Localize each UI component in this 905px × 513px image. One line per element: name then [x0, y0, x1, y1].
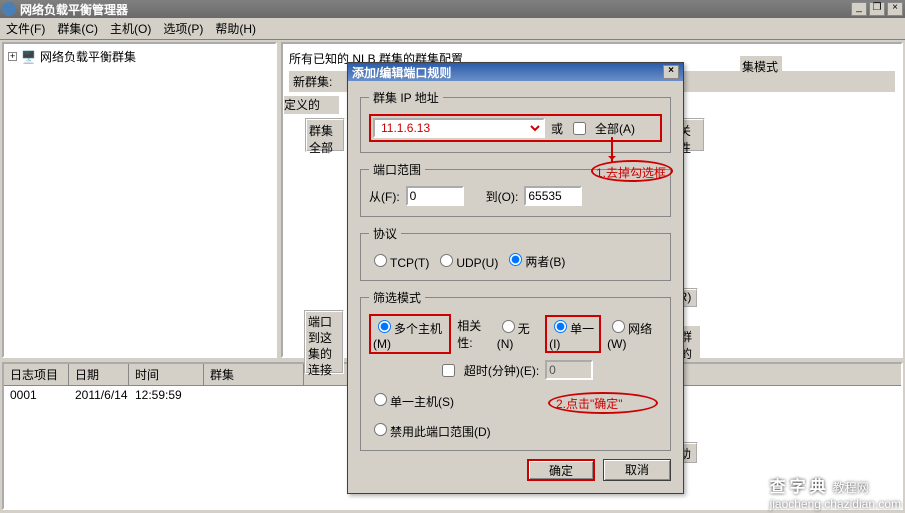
window-title: 网络负载平衡管理器	[20, 1, 851, 18]
menu-options[interactable]: 选项(P)	[163, 20, 203, 37]
tree-root-label: 网络负载平衡群集	[40, 48, 136, 65]
bg-sel2: 集的	[308, 346, 340, 362]
udp-radio[interactable]	[440, 254, 453, 267]
bg-cluster-box: 群集 全部	[305, 118, 345, 152]
all-checkbox[interactable]	[573, 122, 586, 135]
timeout-checkbox[interactable]	[442, 364, 455, 377]
bg-all-label: 全部	[309, 139, 341, 156]
tree-root-row[interactable]: + 🖥️ 网络负载平衡群集	[8, 48, 271, 65]
aff-single-label[interactable]: 单一(I)	[545, 315, 601, 353]
cluster-ip-legend: 群集 IP 地址	[369, 89, 443, 106]
restore-button[interactable]: ❐	[869, 2, 885, 16]
filter-mode-legend: 筛选模式	[369, 289, 425, 306]
cluster-icon: 🖥️	[21, 50, 36, 64]
aff-net-radio[interactable]	[612, 320, 625, 333]
single-host-radio[interactable]	[374, 393, 387, 406]
menubar: 文件(F) 群集(C) 主机(O) 选项(P) 帮助(H)	[0, 18, 905, 40]
aff-single-radio[interactable]	[554, 320, 567, 333]
watermark-url: jiaocheng.chazidian.com	[770, 497, 901, 511]
port-range-group: 端口范围 从(F): 到(O):	[360, 161, 671, 217]
tcp-radio[interactable]	[374, 254, 387, 267]
multi-host-radio-label[interactable]: 多个主机(M)	[369, 314, 451, 354]
single-host-label[interactable]: 单一主机(S)	[369, 390, 454, 410]
log-col-date[interactable]: 日期	[69, 364, 129, 385]
timeout-label: 超时(分钟)(E):	[464, 362, 539, 379]
filter-mode-group: 筛选模式 多个主机(M) 相关性: 无(N) 单一(I) 网络(W) 超时(分钟…	[360, 289, 671, 451]
log-cluster	[204, 386, 304, 404]
cluster-ip-select[interactable]: 11.1.6.13	[373, 118, 545, 138]
timeout-input	[545, 360, 593, 380]
ok-button[interactable]: 确定	[527, 459, 595, 481]
protocol-group: 协议 TCP(T) UDP(U) 两者(B)	[360, 225, 671, 281]
watermark-sub: 教程网	[833, 481, 869, 495]
affinity-label: 相关性:	[457, 317, 491, 351]
dialog-close-button[interactable]: ×	[663, 65, 679, 79]
bg-port-label: 端口	[308, 314, 340, 330]
cluster-ip-group: 群集 IP 地址 11.1.6.13 或 全部(A)	[360, 89, 671, 153]
bg-mode-col: 集模式	[740, 56, 782, 74]
watermark-site: 查字典	[770, 479, 830, 496]
protocol-legend: 协议	[369, 225, 401, 242]
bg-label-define: 定义的	[284, 96, 339, 114]
app-icon	[2, 2, 16, 16]
from-input[interactable]	[406, 186, 464, 206]
port-range-legend: 端口范围	[369, 161, 425, 178]
from-label: 从(F):	[369, 188, 400, 205]
log-date: 2011/6/14	[69, 386, 129, 404]
log-col-cluster[interactable]: 群集	[204, 364, 304, 385]
aff-none-radio[interactable]	[502, 320, 515, 333]
menu-host[interactable]: 主机(O)	[110, 20, 151, 37]
all-label: 全部(A)	[595, 120, 635, 137]
bg-sel3: 连接	[308, 362, 340, 378]
tcp-radio-label[interactable]: TCP(T)	[369, 251, 429, 270]
dialog-titlebar: 添加/编辑端口规则 ×	[348, 63, 683, 81]
or-label: 或	[551, 120, 563, 137]
bg-cluster-label: 群集	[309, 122, 341, 139]
cluster-tree[interactable]: + 🖥️ 网络负载平衡群集	[2, 42, 277, 358]
log-col-time[interactable]: 时间	[129, 364, 204, 385]
watermark: 查字典 教程网 jiaocheng.chazidian.com	[770, 473, 901, 511]
dialog-title: 添加/编辑端口规则	[352, 64, 663, 81]
close-button[interactable]: ×	[887, 2, 903, 16]
aff-net-label[interactable]: 网络(W)	[607, 317, 662, 351]
log-time: 12:59:59	[129, 386, 204, 404]
both-radio-label[interactable]: 两者(B)	[504, 250, 565, 270]
menu-file[interactable]: 文件(F)	[6, 20, 45, 37]
log-col-item[interactable]: 日志项目	[4, 364, 69, 385]
disable-range-radio[interactable]	[374, 423, 387, 436]
disable-range-label[interactable]: 禁用此端口范围(D)	[369, 420, 491, 440]
to-input[interactable]	[524, 186, 582, 206]
bg-sel1: 到这	[308, 330, 340, 346]
cancel-button[interactable]: 取消	[603, 459, 671, 481]
multi-host-radio[interactable]	[378, 320, 391, 333]
log-item: 0001	[4, 386, 69, 404]
to-label: 到(O):	[486, 188, 519, 205]
aff-none-label[interactable]: 无(N)	[497, 317, 539, 351]
bg-port-box: 端口 到这 集的 连接	[304, 310, 344, 374]
menu-help[interactable]: 帮助(H)	[215, 20, 256, 37]
port-rule-dialog: 添加/编辑端口规则 × 群集 IP 地址 11.1.6.13 或 全部(A) 端…	[347, 62, 684, 494]
menu-cluster[interactable]: 群集(C)	[57, 20, 98, 37]
window-titlebar: 网络负载平衡管理器 _ ❐ ×	[0, 0, 905, 18]
both-radio[interactable]	[509, 253, 522, 266]
minimize-button[interactable]: _	[851, 2, 867, 16]
new-cluster-label: 新群集:	[293, 73, 332, 90]
udp-radio-label[interactable]: UDP(U)	[435, 251, 498, 270]
tree-expand-icon[interactable]: +	[8, 52, 17, 61]
